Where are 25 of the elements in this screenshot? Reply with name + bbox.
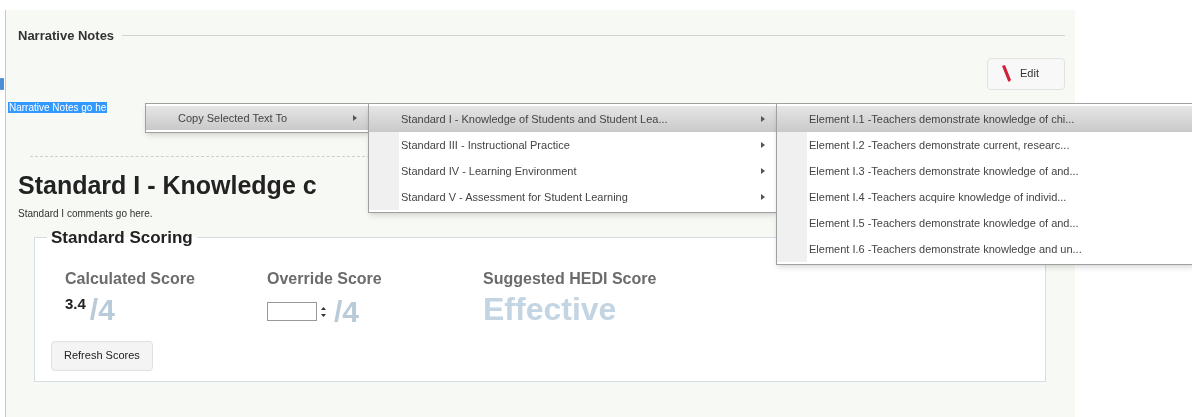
hedi-score: Effective [483,292,618,325]
submenu-arrow-icon [761,142,765,148]
selection-handle-icon [0,78,4,90]
submenu-arrow-icon [761,194,765,200]
score-max: /4 [334,296,360,327]
score-max: /4 [89,294,115,325]
score-value: 3.4 [65,293,86,314]
refresh-scores-button[interactable]: Refresh Scores [51,340,153,371]
standard-comment: Standard I comments go here. [18,207,153,221]
submenu-arrow-icon [761,168,765,174]
score-label: Suggested HEDI Score [483,268,657,289]
edit-button[interactable]: Edit [987,57,1065,90]
override-score-field[interactable] [267,302,317,321]
submenu-arrow-icon [353,115,357,121]
spinner-icon [321,305,326,318]
score-label: Override Score [267,268,383,289]
menu-item[interactable]: Copy Selected Text To [146,106,369,130]
pencil-icon [1000,64,1012,83]
section-title: Narrative Notes [18,27,115,45]
menu-item[interactable]: Standard I - Knowledge of Students and Student Lea... [369,106,777,132]
menu-item[interactable]: Element I.1 -Teachers demonstrate knowledge of chi... [777,106,1192,132]
submenu-arrow-icon [761,116,765,122]
scoring-title: Standard Scoring [50,227,194,249]
score-label: Calculated Score [65,268,196,289]
standard-title: Standard I - Knowledge c [18,169,317,201]
